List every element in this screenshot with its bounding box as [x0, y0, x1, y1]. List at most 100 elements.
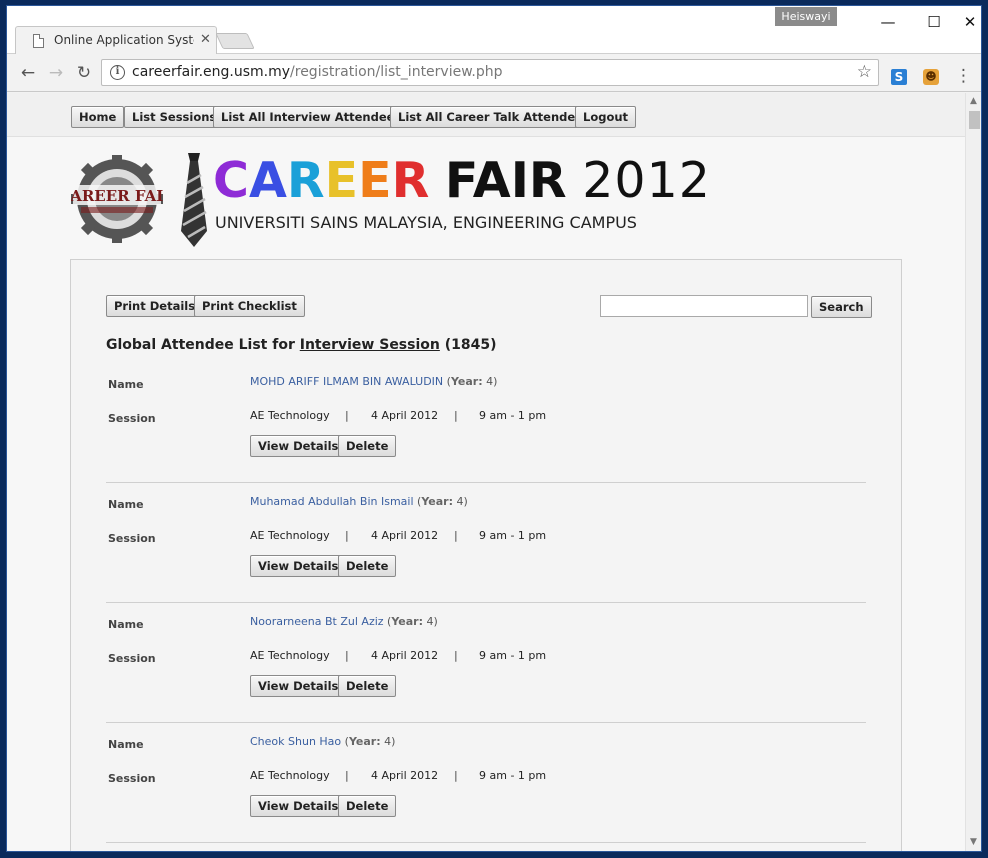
- session-separator: |: [345, 769, 349, 782]
- url-domain: careerfair.eng.usm.my: [132, 64, 291, 80]
- session-date: 4 April 2012: [371, 649, 439, 662]
- session-separator: |: [345, 409, 349, 422]
- session-company: AE Technology: [250, 649, 330, 662]
- forward-icon[interactable]: →: [45, 62, 67, 84]
- maximize-button[interactable]: ☐: [911, 10, 957, 34]
- address-bar[interactable]: i careerfair.eng.usm.my/registration/lis…: [101, 59, 879, 86]
- url-path: /registration/list_interview.php: [290, 64, 503, 80]
- nav-list-career-talk-button[interactable]: List All Career Talk Attendees: [390, 106, 598, 128]
- view-details-button[interactable]: View Details: [250, 795, 347, 817]
- browser-toolbar: ← → ↻ i careerfair.eng.usm.my/registrati…: [7, 54, 981, 92]
- list-heading: Global Attendee List for Interview Sessi…: [106, 337, 497, 353]
- attendee-name-link[interactable]: Cheok Shun Hao: [250, 735, 341, 748]
- print-details-button[interactable]: Print Details: [106, 295, 204, 317]
- logo-text: CAREER FAIR: [71, 187, 163, 205]
- brand-letter-r2: R: [391, 152, 430, 209]
- session-separator: |: [454, 649, 458, 662]
- view-details-button[interactable]: View Details: [250, 675, 347, 697]
- attendee-entry: Name Session Muhamad Abdullah Bin Ismail…: [106, 493, 866, 613]
- nav-list-sessions-button[interactable]: List Sessions: [124, 106, 225, 128]
- nav-logout-button[interactable]: Logout: [575, 106, 637, 128]
- delete-button[interactable]: Delete: [338, 795, 397, 817]
- attendee-name-row: Cheok Shun Hao (Year: 4): [250, 735, 396, 748]
- search-button[interactable]: Search: [811, 296, 872, 318]
- tab-close-icon[interactable]: ✕: [200, 32, 211, 47]
- career-fair-logo: CAREER FAIR: [71, 155, 163, 243]
- session-time: 9 am - 1 pm: [479, 769, 547, 782]
- view-details-button[interactable]: View Details: [250, 555, 347, 577]
- attendee-name-link[interactable]: Muhamad Abdullah Bin Ismail: [250, 495, 414, 508]
- session-company: AE Technology: [250, 529, 330, 542]
- attendee-entry: Name Session MOHD ARIFF ILMAM BIN AWALUD…: [106, 373, 866, 493]
- brand-fair: FAIR: [444, 152, 567, 209]
- info-icon[interactable]: i: [110, 65, 125, 80]
- brand-title: CAREER FAIR 2012: [213, 153, 711, 209]
- attendee-year: 4: [456, 495, 464, 508]
- entry-divider: [106, 722, 866, 723]
- brand-year: 2012: [582, 152, 711, 209]
- delete-button[interactable]: Delete: [338, 675, 397, 697]
- entry-divider: [106, 842, 866, 843]
- reload-icon[interactable]: ↻: [73, 62, 95, 84]
- page-icon: [33, 34, 44, 48]
- url-text[interactable]: careerfair.eng.usm.my/registration/list_…: [132, 64, 502, 80]
- search-input[interactable]: [600, 295, 808, 317]
- attendee-name-row: MOHD ARIFF ILMAM BIN AWALUDIN (Year: 4): [250, 375, 498, 388]
- year-label: Year:: [348, 735, 381, 748]
- nav-home-button[interactable]: Home: [71, 106, 125, 128]
- back-icon[interactable]: ←: [17, 62, 39, 84]
- interview-session-link[interactable]: Interview Session: [300, 337, 440, 353]
- session-time: 9 am - 1 pm: [479, 649, 547, 662]
- tab-title: Online Application Syster: [54, 33, 194, 47]
- attendee-name-link[interactable]: Noorarneena Bt Zul Aziz: [250, 615, 384, 628]
- session-company: AE Technology: [250, 769, 330, 782]
- close-window-button[interactable]: ✕: [957, 10, 981, 34]
- year-label: Year:: [450, 375, 483, 388]
- print-checklist-button[interactable]: Print Checklist: [194, 295, 305, 317]
- attendee-name-link[interactable]: MOHD ARIFF ILMAM BIN AWALUDIN: [250, 375, 443, 388]
- brand-letter-e1: E: [324, 152, 359, 209]
- brand-letter-r: R: [286, 152, 325, 209]
- name-label: Name: [108, 498, 144, 511]
- scroll-thumb[interactable]: [969, 111, 980, 129]
- delete-button[interactable]: Delete: [338, 435, 397, 457]
- extension-s-icon[interactable]: S: [891, 69, 907, 85]
- new-tab-button[interactable]: [215, 33, 255, 49]
- brand-letter-e2: E: [358, 152, 392, 209]
- name-label: Name: [108, 738, 144, 751]
- attendee-name-row: Muhamad Abdullah Bin Ismail (Year: 4): [250, 495, 468, 508]
- session-label: Session: [108, 532, 156, 545]
- session-time: 9 am - 1 pm: [479, 529, 547, 542]
- attendee-entry: Name Session Noorarneena Bt Zul Aziz (Ye…: [106, 613, 866, 733]
- session-date: 4 April 2012: [371, 409, 439, 422]
- attendee-count: (1845): [444, 337, 497, 353]
- name-label: Name: [108, 378, 144, 391]
- session-company: AE Technology: [250, 409, 330, 422]
- session-label: Session: [108, 652, 156, 665]
- vertical-scrollbar[interactable]: ▲ ▼: [965, 93, 981, 851]
- nav-list-interview-button[interactable]: List All Interview Attendees: [213, 106, 410, 128]
- delete-button[interactable]: Delete: [338, 555, 397, 577]
- extension-face-icon[interactable]: ☻: [923, 69, 939, 85]
- brand-letter-c: C: [213, 152, 249, 209]
- attendee-entry: Name Session Cheok Shun Hao (Year: 4) AE…: [106, 733, 866, 851]
- session-date: 4 April 2012: [371, 769, 439, 782]
- profile-badge[interactable]: Heiswayi: [775, 7, 837, 26]
- attendee-year: 4: [384, 735, 392, 748]
- browser-tab[interactable]: Online Application Syster ✕: [15, 26, 217, 54]
- session-separator: |: [454, 529, 458, 542]
- session-separator: |: [345, 649, 349, 662]
- bookmark-star-icon[interactable]: ☆: [857, 62, 872, 82]
- minimize-button[interactable]: —: [865, 10, 911, 34]
- session-label: Session: [108, 412, 156, 425]
- scroll-up-icon[interactable]: ▲: [970, 96, 977, 106]
- tie-icon: [181, 153, 207, 247]
- title-bar: Online Application Syster ✕ Heiswayi — ☐…: [7, 6, 981, 54]
- browser-window: Online Application Syster ✕ Heiswayi — ☐…: [6, 5, 982, 852]
- view-details-button[interactable]: View Details: [250, 435, 347, 457]
- session-label: Session: [108, 772, 156, 785]
- session-separator: |: [454, 769, 458, 782]
- scroll-down-icon[interactable]: ▼: [970, 837, 977, 847]
- attendee-year: 4: [426, 615, 434, 628]
- menu-dots-icon[interactable]: ⋮: [955, 66, 972, 86]
